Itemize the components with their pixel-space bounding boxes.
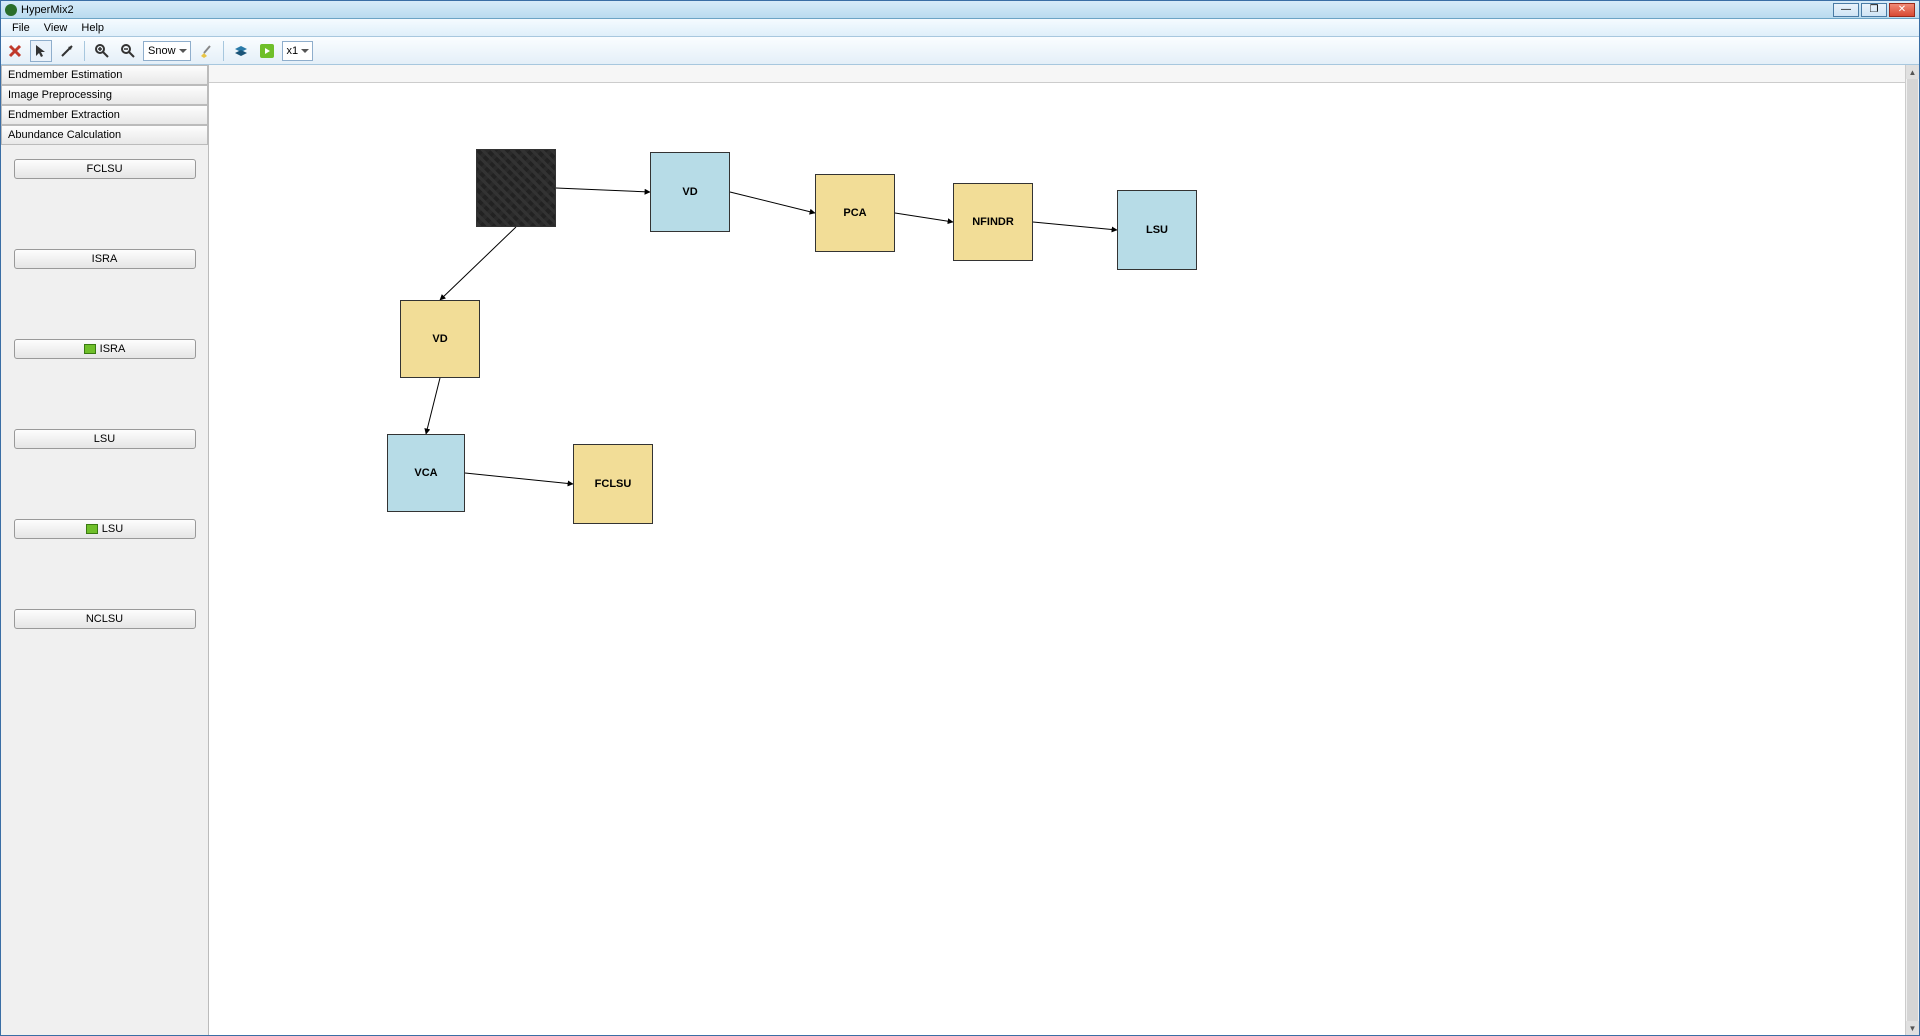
node-nfindr[interactable]: NFINDR	[953, 183, 1033, 261]
zoom-out-icon[interactable]	[117, 40, 139, 62]
menu-file[interactable]: File	[5, 22, 37, 34]
node-label: PCA	[843, 207, 866, 219]
sidebar-button-label: NCLSU	[86, 613, 123, 625]
edge-nfindr-lsu[interactable]	[1033, 222, 1117, 230]
edge-vd2-vca[interactable]	[426, 378, 440, 434]
edge-vca-fclsu[interactable]	[465, 473, 573, 484]
app-icon	[5, 4, 17, 16]
vertical-scrollbar[interactable]: ▲ ▼	[1905, 65, 1919, 1035]
canvas-header	[209, 65, 1919, 83]
sidebar-button-lsu-gpu[interactable]: LSU	[14, 519, 196, 539]
speed-combo-value: x1	[287, 45, 299, 57]
app-window: HyperMix2 — ❐ ✕ File View Help Snow	[0, 0, 1920, 1036]
edge-vd1-pca[interactable]	[730, 192, 815, 213]
sidebar-button-label: LSU	[102, 523, 123, 535]
menu-bar: File View Help	[1, 19, 1919, 37]
node-label: NFINDR	[972, 216, 1014, 228]
node-vca[interactable]: VCA	[387, 434, 465, 512]
menu-help[interactable]: Help	[74, 22, 111, 34]
mode-combo[interactable]: Snow	[143, 41, 191, 61]
scroll-up-icon[interactable]: ▲	[1906, 65, 1919, 79]
node-label: LSU	[1146, 224, 1168, 236]
play-icon[interactable]	[256, 40, 278, 62]
node-label: VCA	[414, 467, 437, 479]
maximize-button[interactable]: ❐	[1861, 3, 1887, 17]
menu-view[interactable]: View	[37, 22, 75, 34]
toolbar-separator	[223, 41, 224, 61]
accordion-endmember-estimation[interactable]: Endmember Estimation	[1, 65, 208, 85]
sidebar-button-isra-gpu[interactable]: ISRA	[14, 339, 196, 359]
node-pca[interactable]: PCA	[815, 174, 895, 252]
edge-img-vd2[interactable]	[440, 227, 516, 300]
canvas[interactable]: VD PCA NFINDR LSU VD VCA FCLSU	[209, 83, 1905, 1035]
connector-icon[interactable]	[56, 40, 78, 62]
sidebar-button-isra[interactable]: ISRA	[14, 249, 196, 269]
accordion-endmember-extraction[interactable]: Endmember Extraction	[1, 105, 208, 125]
zoom-in-icon[interactable]	[91, 40, 113, 62]
edge-pca-nfindr[interactable]	[895, 213, 953, 222]
sidebar-button-nclsu[interactable]: NCLSU	[14, 609, 196, 629]
layers-icon[interactable]	[230, 40, 252, 62]
edge-layer	[209, 83, 1905, 1035]
accordion-body: FCLSU ISRA ISRA LSU LSU NCLSU	[1, 145, 208, 643]
window-controls: — ❐ ✕	[1833, 3, 1915, 17]
canvas-area: VD PCA NFINDR LSU VD VCA FCLSU ▲ ▼	[209, 65, 1919, 1035]
node-label: VD	[682, 186, 697, 198]
gpu-icon	[84, 344, 96, 354]
pointer-icon[interactable]	[30, 40, 52, 62]
node-label: FCLSU	[595, 478, 632, 490]
minimize-button[interactable]: —	[1833, 3, 1859, 17]
sidebar-button-label: ISRA	[92, 253, 118, 265]
gpu-icon	[86, 524, 98, 534]
node-vd2[interactable]: VD	[400, 300, 480, 378]
toolbar-separator	[84, 41, 85, 61]
window-title: HyperMix2	[21, 4, 74, 16]
mode-combo-value: Snow	[148, 45, 176, 57]
node-lsu[interactable]: LSU	[1117, 190, 1197, 270]
sidebar-button-label: FCLSU	[86, 163, 122, 175]
delete-icon[interactable]	[4, 40, 26, 62]
edge-img-vd1[interactable]	[556, 188, 650, 192]
speed-combo[interactable]: x1	[282, 41, 314, 61]
close-button[interactable]: ✕	[1889, 3, 1915, 17]
scroll-down-icon[interactable]: ▼	[1906, 1021, 1919, 1035]
accordion-image-preprocessing[interactable]: Image Preprocessing	[1, 85, 208, 105]
accordion-abundance-calculation[interactable]: Abundance Calculation	[1, 125, 208, 145]
node-label: VD	[432, 333, 447, 345]
node-img[interactable]	[476, 149, 556, 227]
node-fclsu[interactable]: FCLSU	[573, 444, 653, 524]
titlebar: HyperMix2 — ❐ ✕	[1, 1, 1919, 19]
toolbar: Snow x1	[1, 37, 1919, 65]
sidebar: Endmember Estimation Image Preprocessing…	[1, 65, 209, 1035]
sidebar-button-label: ISRA	[100, 343, 126, 355]
brush-icon[interactable]	[195, 40, 217, 62]
sidebar-button-lsu[interactable]: LSU	[14, 429, 196, 449]
scroll-thumb[interactable]	[1907, 79, 1918, 1021]
sidebar-button-fclsu[interactable]: FCLSU	[14, 159, 196, 179]
body: Endmember Estimation Image Preprocessing…	[1, 65, 1919, 1035]
node-vd1[interactable]: VD	[650, 152, 730, 232]
sidebar-button-label: LSU	[94, 433, 115, 445]
